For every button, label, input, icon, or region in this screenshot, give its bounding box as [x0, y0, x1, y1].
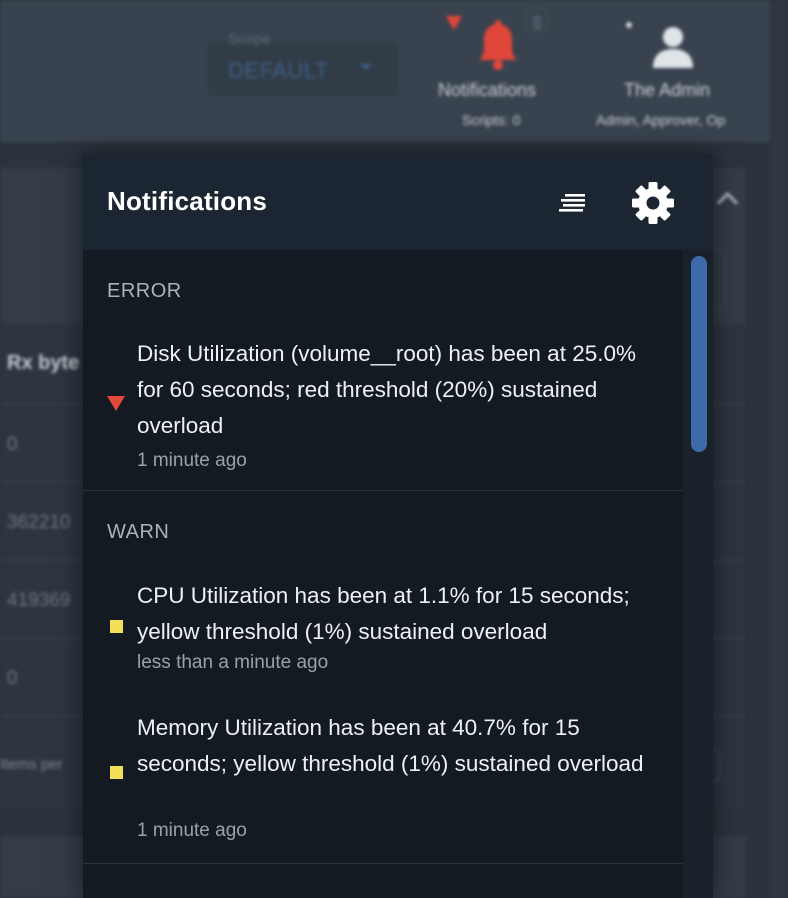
notification-time: 1 minute ago	[137, 820, 247, 841]
table-cell: 0	[7, 434, 18, 455]
status-dot-icon	[626, 22, 632, 28]
yellow-square-icon	[110, 766, 123, 779]
user-avatar-icon[interactable]	[650, 24, 696, 68]
yellow-square-icon	[110, 620, 123, 633]
scrollbar[interactable]	[683, 250, 713, 898]
scripts-count: Scripts: 0	[462, 112, 521, 128]
notification-item[interactable]: Disk Utilization (volume__root) has been…	[83, 336, 683, 480]
notification-message: CPU Utilization has been at 1.1% for 15 …	[137, 583, 630, 644]
scope-selector[interactable]: Scope DEFAULT	[208, 31, 398, 96]
items-per-page-label: Items per	[0, 756, 63, 773]
section-divider	[83, 863, 683, 864]
section-label-warn: WARN	[107, 521, 170, 543]
section-divider	[83, 490, 683, 491]
gear-icon[interactable]	[629, 180, 677, 226]
right-edge-strip	[770, 0, 788, 898]
notifications-panel: Notifications ERROR Disk Utilization (vo…	[83, 154, 713, 898]
user-roles: Admin, Approver, Op	[596, 112, 726, 128]
chevron-down-icon	[360, 64, 372, 70]
notification-time: 1 minute ago	[137, 450, 247, 471]
scripts-badge: []	[526, 8, 548, 32]
sort-lines-icon[interactable]	[553, 184, 597, 220]
app-header: Scope DEFAULT [] Notifications Scripts: …	[0, 0, 770, 142]
notification-message: Memory Utilization has been at 40.7% for…	[137, 715, 644, 776]
notification-message: Disk Utilization (volume__root) has been…	[137, 341, 636, 438]
bell-icon[interactable]	[478, 20, 518, 72]
notification-time: less than a minute ago	[137, 652, 329, 673]
panel-title: Notifications	[107, 186, 268, 216]
notification-item[interactable]: Memory Utilization has been at 40.7% for…	[83, 710, 683, 850]
table-cell: 0	[7, 668, 18, 689]
panel-header: Notifications	[83, 154, 713, 250]
user-name[interactable]: The Admin	[624, 80, 710, 101]
scrollbar-thumb[interactable]	[691, 256, 707, 452]
table-cell: 362210	[7, 512, 71, 533]
header-notifications-label[interactable]: Notifications	[438, 80, 536, 101]
scope-label: Scope	[228, 31, 271, 48]
scope-value: DEFAULT	[228, 58, 329, 83]
red-triangle-icon	[107, 396, 125, 411]
table-column-header: Rx byte	[7, 352, 80, 374]
notifications-list[interactable]: ERROR Disk Utilization (volume__root) ha…	[83, 250, 683, 898]
error-indicator-icon	[446, 16, 462, 30]
notification-item[interactable]: CPU Utilization has been at 1.1% for 15 …	[83, 578, 683, 682]
section-label-error: ERROR	[107, 280, 182, 302]
table-cell: 419369	[7, 590, 71, 611]
